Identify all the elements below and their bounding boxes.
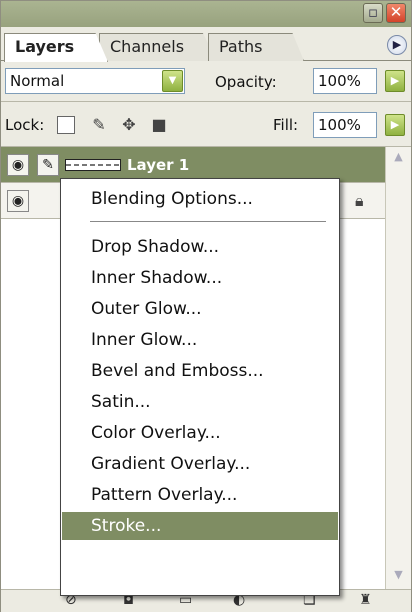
- menu-item-inner-glow[interactable]: Inner Glow...: [62, 326, 338, 354]
- padlock-icon: 🔒︎: [355, 191, 364, 210]
- fill-input[interactable]: 100%: [313, 112, 377, 138]
- scroll-up-icon[interactable]: ▲: [388, 147, 409, 167]
- layer-style-context-menu: Blending Options... Drop Shadow... Inner…: [60, 178, 340, 596]
- fill-slider-arrow-icon[interactable]: ▶: [385, 114, 405, 136]
- opacity-label: Opacity:: [215, 73, 277, 91]
- blend-mode-value: Normal: [10, 72, 65, 90]
- brush-icon[interactable]: ✎: [37, 154, 59, 176]
- eye-visibility-icon[interactable]: ◉: [7, 154, 29, 176]
- lock-image-brush-icon[interactable]: ✎: [89, 115, 109, 135]
- close-icon[interactable]: ✕: [386, 3, 406, 23]
- tab-channels[interactable]: Channels: [99, 33, 217, 61]
- eye-visibility-icon[interactable]: ◉: [7, 190, 29, 212]
- menu-separator: [90, 221, 326, 222]
- palette-titlebar[interactable]: ▫ ✕: [1, 1, 411, 27]
- menu-item-blending-options[interactable]: Blending Options...: [62, 185, 338, 213]
- menu-item-inner-shadow[interactable]: Inner Shadow...: [62, 264, 338, 292]
- lock-all-padlock-icon[interactable]: ■: [149, 115, 169, 135]
- tab-layers[interactable]: Layers: [4, 33, 108, 62]
- chevron-down-icon[interactable]: ▼: [162, 70, 183, 92]
- menu-item-drop-shadow[interactable]: Drop Shadow...: [62, 233, 338, 261]
- menu-item-pattern-overlay[interactable]: Pattern Overlay...: [62, 481, 338, 509]
- layers-scrollbar[interactable]: ▲ ▼: [385, 147, 411, 589]
- menu-item-bevel-and-emboss[interactable]: Bevel and Emboss...: [62, 357, 338, 385]
- lock-position-move-icon[interactable]: ✥: [119, 115, 139, 135]
- lock-label: Lock:: [5, 116, 45, 134]
- palette-menu-icon[interactable]: ▶: [387, 35, 407, 55]
- scroll-down-icon[interactable]: ▼: [388, 565, 409, 585]
- layer-thumbnail: [65, 159, 121, 171]
- menu-item-color-overlay[interactable]: Color Overlay...: [62, 419, 338, 447]
- minimize-icon[interactable]: ▫: [363, 3, 383, 23]
- lock-transparent-icon[interactable]: [57, 116, 75, 134]
- blend-mode-select[interactable]: Normal ▼: [5, 68, 185, 94]
- layer-name: Layer 1: [127, 156, 190, 174]
- menu-item-stroke[interactable]: Stroke...: [62, 512, 338, 540]
- tab-bar: Layers Channels Paths ▶: [1, 27, 411, 62]
- menu-item-gradient-overlay[interactable]: Gradient Overlay...: [62, 450, 338, 478]
- trash-icon[interactable]: ♜: [359, 592, 372, 608]
- lock-fill-row: Lock: ✎ ✥ ■ Fill: 100% ▶: [1, 103, 411, 147]
- menu-item-satin[interactable]: Satin...: [62, 388, 338, 416]
- opacity-slider-arrow-icon[interactable]: ▶: [385, 70, 405, 92]
- blend-opacity-row: Normal ▼ Opacity: 100% ▶: [1, 62, 411, 102]
- menu-item-outer-glow[interactable]: Outer Glow...: [62, 295, 338, 323]
- tab-paths[interactable]: Paths: [208, 33, 304, 61]
- fill-label: Fill:: [273, 116, 299, 134]
- opacity-input[interactable]: 100%: [313, 68, 377, 94]
